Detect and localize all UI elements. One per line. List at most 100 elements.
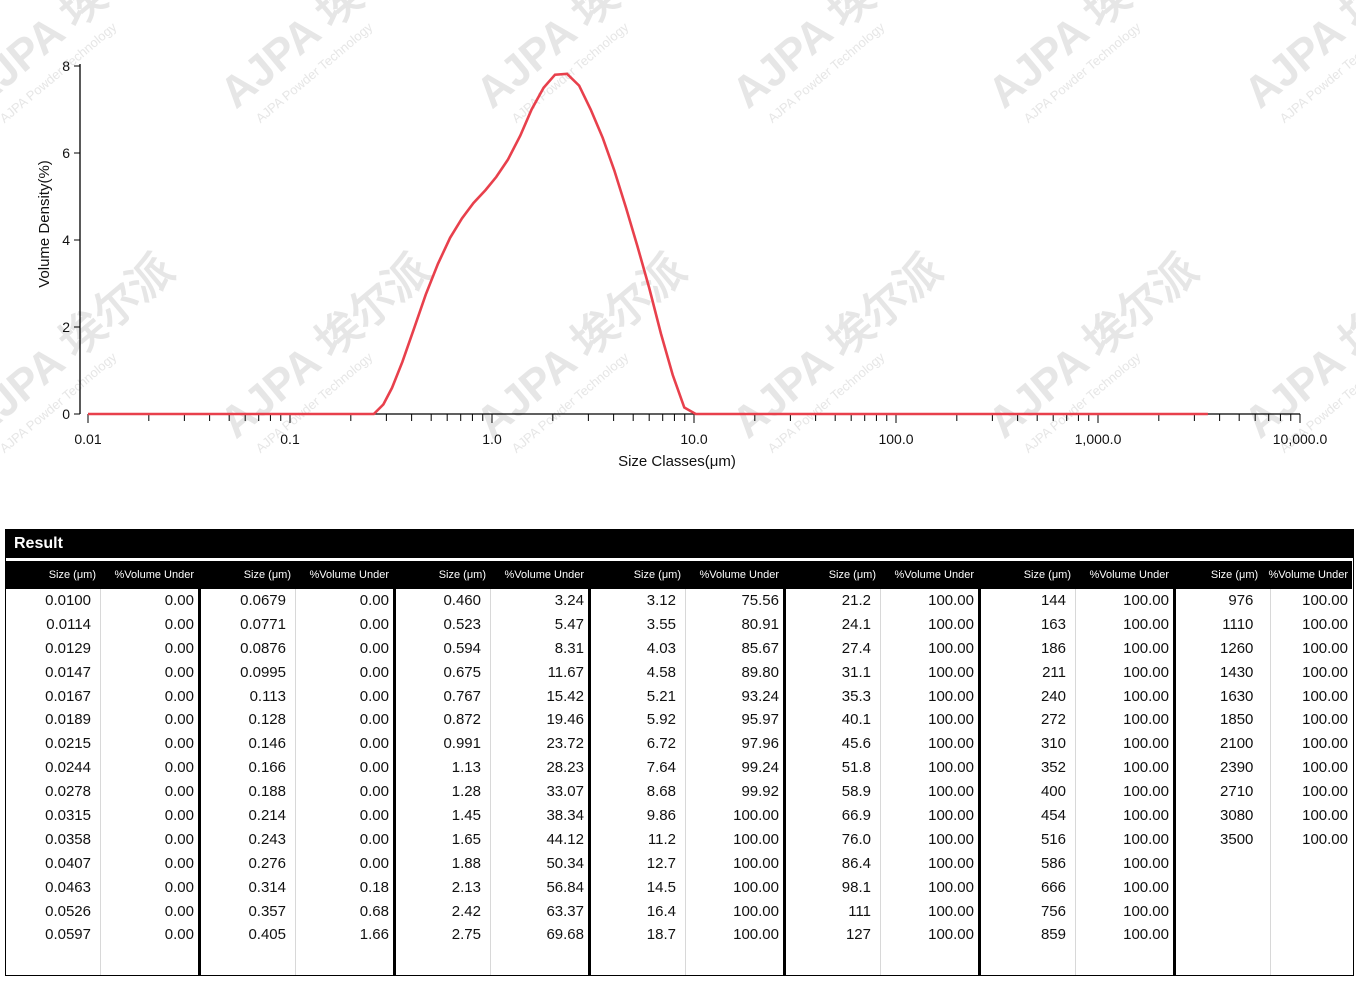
size-cell: 400 [1040,783,1066,801]
volume-under-cell: 100.00 [1302,615,1348,633]
volume-under-header: %Volume Under [894,569,975,581]
volume-under-cell: 100.00 [1302,711,1348,729]
size-cell: 0.0679 [240,592,286,609]
size-cell: 2.75 [451,926,481,944]
volume-under-cell: 100.00 [928,902,974,920]
table-row: 127 100.00 [786,923,978,947]
size-cell: 516 [1040,830,1066,848]
volume-under-cell: 0.00 [164,592,194,609]
size-cell: 666 [1040,878,1066,896]
table-row: 0.0771 0.00 [201,613,393,637]
table-row: 0.113 0.00 [201,685,393,709]
table-row: 186 100.00 [981,637,1173,661]
size-cell: 586 [1040,854,1066,872]
volume-under-cell: 100.00 [928,735,974,753]
watermark-text: AJPA 埃尔派 [467,245,695,448]
volume-under-cell: 97.96 [741,735,779,753]
volume-under-cell: 95.97 [741,711,779,729]
volume-under-cell: 100.00 [1123,854,1169,872]
x-axis-label: Size Classes(μm) [618,453,736,470]
size-cell: 4.03 [646,639,676,657]
size-cell: 0.0278 [45,783,91,801]
size-cell: 310 [1040,735,1066,753]
volume-under-cell: 100.00 [1302,735,1348,753]
table-row: 0.146 0.00 [201,732,393,756]
volume-under-cell: 100.00 [1123,830,1169,848]
volume-under-cell: 44.12 [546,830,584,848]
table-row: 310 100.00 [981,732,1173,756]
size-cell: 0.767 [443,687,481,705]
size-cell: 2710 [1220,783,1254,801]
size-cell: 4.58 [646,663,676,681]
table-row: 0.523 5.47 [396,613,588,637]
volume-under-cell: 0.00 [164,759,194,777]
size-cell: 45.6 [841,735,871,753]
table-row: 31.1 100.00 [786,661,978,685]
watermark: AJPA 埃尔派AJPA Powder Technology [211,0,439,126]
volume-under-cell: 0.00 [164,854,194,872]
volume-density-chart: AJPA 埃尔派AJPA Powder TechnologyAJPA 埃尔派AJ… [0,0,1356,470]
size-cell: 5.21 [646,687,676,705]
table-row: 0.0679 0.00 [201,589,393,613]
size-cell: 0.0189 [45,711,91,729]
volume-under-cell: 100.00 [1123,615,1169,633]
volume-under-cell: 100.00 [928,687,974,705]
size-cell: 186 [1040,639,1066,657]
result-column-group: Size (μm) %Volume Under 21.2 100.00 24.1 100.… [786,561,981,975]
volume-under-cell: 85.67 [741,639,779,657]
volume-under-cell: 100.00 [928,711,974,729]
size-cell: 0.128 [248,711,286,729]
table-row: 0.0215 0.00 [6,732,198,756]
volume-under-cell: 100.00 [733,926,779,944]
column-header: Size (μm) %Volume Under [396,561,588,589]
volume-under-cell: 0.00 [359,711,389,729]
volume-under-cell: 100.00 [928,592,974,609]
column-header: Size (μm) %Volume Under [591,561,783,589]
size-cell: 6.72 [646,735,676,753]
size-cell: 0.991 [443,735,481,753]
table-row: 756 100.00 [981,900,1173,924]
watermark: AJPA 埃尔派AJPA Powder Technology [979,245,1207,456]
column-header: Size (μm) %Volume Under [981,561,1173,589]
size-cell: 0.0129 [45,639,91,657]
size-cell: 0.0244 [45,759,91,777]
volume-under-cell: 0.00 [359,663,389,681]
volume-under-cell: 0.00 [359,830,389,848]
size-cell: 58.9 [841,783,871,801]
volume-under-cell: 19.46 [546,711,584,729]
y-tick-label: 0 [62,406,70,422]
volume-under-cell: 0.00 [359,639,389,657]
size-cell: 3500 [1220,830,1254,848]
watermark: AJPA 埃尔派AJPA Powder Technology [1235,245,1356,456]
volume-under-cell: 0.00 [164,615,194,633]
watermark: AJPA 埃尔派AJPA Powder Technology [1235,0,1356,126]
volume-under-cell: 89.80 [741,663,779,681]
table-row: 586 100.00 [981,852,1173,876]
size-cell: 11.2 [647,830,676,848]
table-row: 0.0278 0.00 [6,780,198,804]
size-cell: 1.65 [451,830,481,848]
volume-under-cell: 100.00 [1123,687,1169,705]
volume-under-cell: 100.00 [1123,639,1169,657]
volume-under-cell: 0.00 [359,735,389,753]
size-cell: 66.9 [841,807,871,825]
volume-under-cell: 100.00 [1302,830,1348,848]
table-row: 4.03 85.67 [591,637,783,661]
table-row: 0.0358 0.00 [6,828,198,852]
size-cell: 352 [1040,759,1066,777]
size-cell: 0.243 [248,830,286,848]
table-row: 1.88 50.34 [396,852,588,876]
volume-under-cell: 100.00 [928,830,974,848]
size-cell: 9.86 [646,807,676,825]
size-cell: 111 [848,902,871,920]
volume-under-cell: 0.00 [359,854,389,872]
size-cell: 86.4 [841,854,871,872]
volume-under-cell: 0.00 [164,926,194,944]
table-row: 272 100.00 [981,708,1173,732]
size-cell: 0.0100 [45,592,91,609]
volume-under-cell: 93.24 [741,687,779,705]
volume-under-cell: 100.00 [1302,759,1348,777]
volume-under-cell: 100.00 [733,878,779,896]
volume-under-cell: 100.00 [928,639,974,657]
x-tick-label: 100.0 [878,431,913,447]
